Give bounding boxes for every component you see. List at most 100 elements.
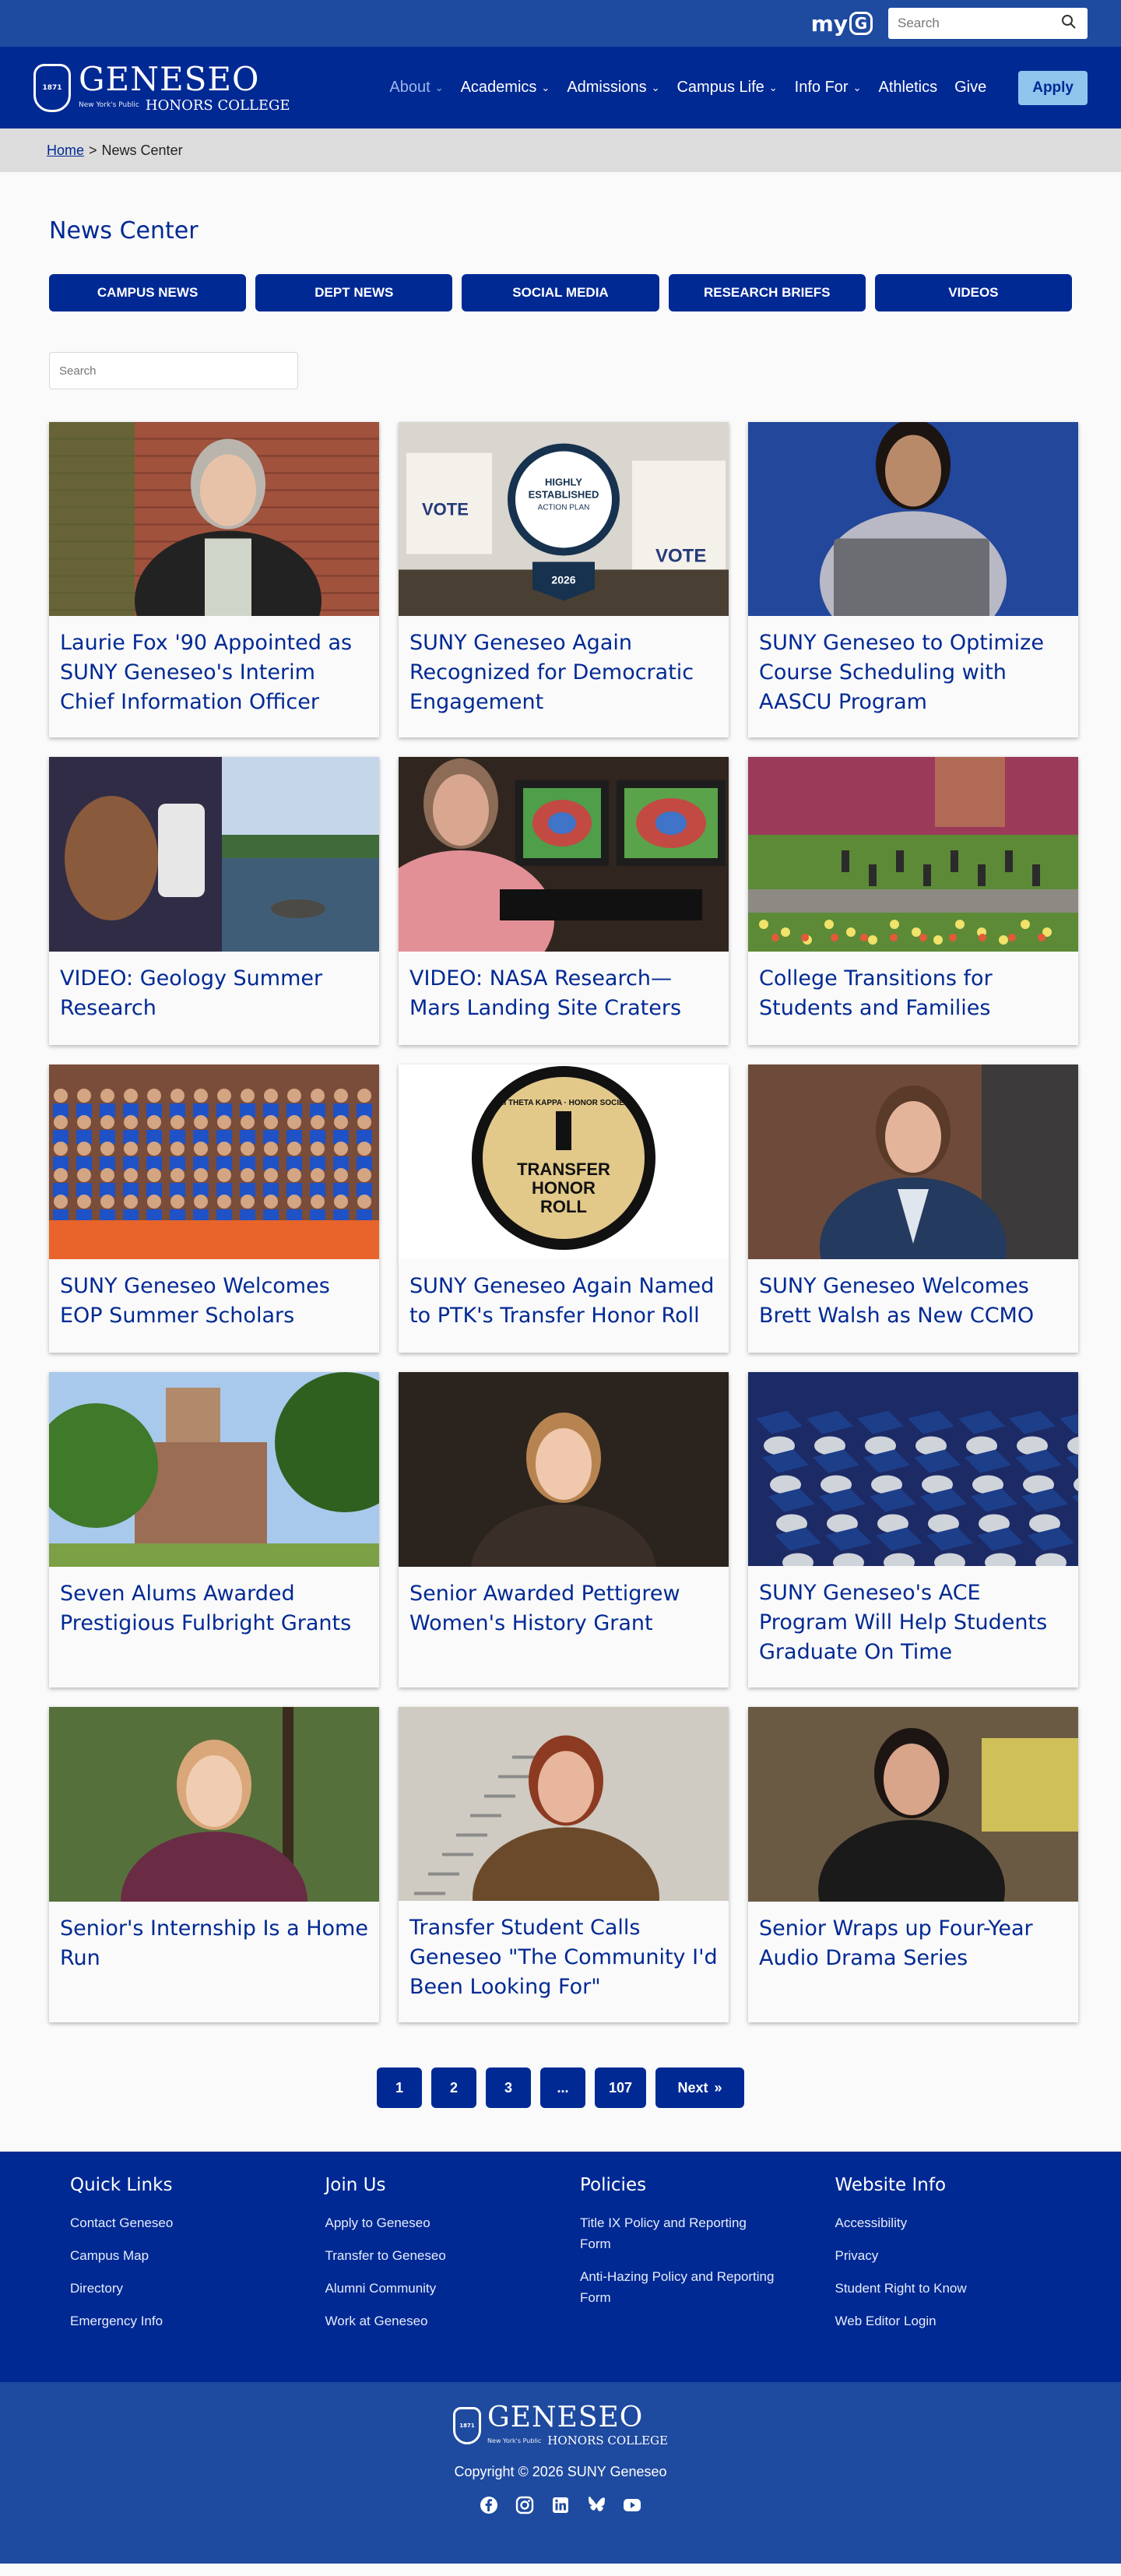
footer-link-alumni-community[interactable]: Alumni Community — [325, 2278, 520, 2299]
news-card[interactable]: Transfer Student Calls Geneseo "The Comm… — [399, 1707, 729, 2022]
news-card-image[interactable] — [399, 757, 729, 952]
apply-button[interactable]: Apply — [1018, 70, 1088, 105]
footer-link-privacy[interactable]: Privacy — [835, 2245, 1030, 2266]
news-card[interactable]: PHI THETA KAPPA · HONOR SOCIETY TRANSFER… — [399, 1065, 729, 1353]
news-card-image[interactable] — [748, 1372, 1078, 1566]
bluesky-icon[interactable] — [587, 2496, 606, 2514]
page-2-button[interactable]: 2 — [430, 2067, 476, 2108]
footer-link-accessibility[interactable]: Accessibility — [835, 2212, 1030, 2233]
nav-item-campus-life[interactable]: Campus Life ⌄ — [668, 79, 785, 97]
tab-social-media[interactable]: SOCIAL MEDIA — [462, 274, 659, 311]
next-page-label: Next — [677, 2079, 708, 2096]
footer-link-emergency-info[interactable]: Emergency Info — [70, 2310, 265, 2331]
footer-link-student-right-to-know[interactable]: Student Right to Know — [835, 2278, 1030, 2299]
news-card-image[interactable] — [399, 1372, 729, 1567]
nav-item-info-for[interactable]: Info For ⌄ — [786, 79, 870, 97]
chevron-down-icon: ⌄ — [434, 81, 444, 93]
search-icon[interactable] — [1061, 14, 1077, 33]
breadcrumb-home-link[interactable]: Home — [47, 143, 84, 159]
news-card-title[interactable]: VIDEO: Geology Summer Research — [49, 952, 379, 1043]
youtube-icon[interactable] — [623, 2496, 641, 2514]
news-card[interactable]: VIDEO: NASA Research—Mars Landing Site C… — [399, 757, 729, 1045]
footer-link-apply-to-geneseo[interactable]: Apply to Geneseo — [325, 2212, 520, 2233]
laptop-student-image — [748, 422, 1078, 616]
news-card-title[interactable]: Transfer Student Calls Geneseo "The Comm… — [399, 1901, 729, 2022]
footer-link-contact-geneseo[interactable]: Contact Geneseo — [70, 2212, 265, 2233]
news-card[interactable]: SUNY Geneseo Welcomes Brett Walsh as New… — [748, 1065, 1078, 1353]
nav-item-academics[interactable]: Academics ⌄ — [452, 79, 559, 97]
news-card-title[interactable]: Laurie Fox '90 Appointed as SUNY Geneseo… — [49, 616, 379, 737]
news-card-title[interactable]: SUNY Geneseo's ACE Program Will Help Stu… — [748, 1566, 1078, 1687]
news-card-image[interactable] — [748, 757, 1078, 952]
tab-research-briefs[interactable]: RESEARCH BRIEFS — [668, 274, 866, 311]
news-card[interactable]: College Transitions for Students and Fam… — [748, 757, 1078, 1045]
footer-seal-icon: 1871 — [453, 2406, 482, 2444]
footer-link-title-ix-policy-and-reporting-form[interactable]: Title IX Policy and Reporting Form — [580, 2212, 775, 2254]
news-card[interactable]: Senior Awarded Pettigrew Women's History… — [399, 1372, 729, 1687]
footer-link-work-at-geneseo[interactable]: Work at Geneseo — [325, 2310, 520, 2331]
news-card[interactable]: SUNY Geneseo to Optimize Course Scheduli… — [748, 422, 1078, 737]
news-card-title[interactable]: SUNY Geneseo Welcomes EOP Summer Scholar… — [49, 1259, 379, 1351]
breadcrumb-separator: > — [89, 142, 97, 158]
news-card-image[interactable]: VOTE VOTE HIGHLY ESTABLISHED ACTION PLAN… — [399, 422, 729, 616]
news-card-image[interactable] — [49, 1707, 379, 1902]
news-card-title[interactable]: SUNY Geneseo Again Named to PTK's Transf… — [399, 1259, 729, 1351]
chevron-down-icon: ⌄ — [768, 81, 778, 93]
news-card-image[interactable] — [49, 422, 379, 616]
footer-logo[interactable]: 1871 GENESEO New York's Public HONORS CO… — [453, 2404, 668, 2447]
news-card-image[interactable] — [748, 1065, 1078, 1259]
geneseo-logo[interactable]: 1871 GENESEO New York's Public HONORS CO… — [33, 62, 290, 113]
footer-link-campus-map[interactable]: Campus Map — [70, 2245, 265, 2266]
news-card-title[interactable]: College Transitions for Students and Fam… — [748, 952, 1078, 1043]
nav-item-admissions[interactable]: Admissions ⌄ — [558, 79, 668, 97]
next-page-button[interactable]: Next » — [655, 2067, 745, 2108]
facebook-icon[interactable] — [480, 2496, 498, 2514]
site-search-input[interactable] — [898, 16, 1045, 31]
footer-link-web-editor-login[interactable]: Web Editor Login — [835, 2310, 1030, 2331]
page-3-button[interactable]: 3 — [485, 2067, 531, 2108]
news-card-image[interactable] — [49, 1372, 379, 1567]
tab-campus-news[interactable]: CAMPUS NEWS — [49, 274, 247, 311]
tab-videos[interactable]: VIDEOS — [874, 274, 1073, 311]
news-grid: Laurie Fox '90 Appointed as SUNY Geneseo… — [49, 422, 1078, 2022]
footer-column-join-us: Join Us Apply to Geneseo Transfer to Genes… — [325, 2175, 542, 2382]
news-card-title[interactable]: SUNY Geneseo Again Recognized for Democr… — [399, 616, 729, 737]
news-card-image[interactable]: PHI THETA KAPPA · HONOR SOCIETY TRANSFER… — [399, 1065, 729, 1259]
nav-item-about[interactable]: About ⌄ — [381, 79, 452, 97]
news-card[interactable]: VOTE VOTE HIGHLY ESTABLISHED ACTION PLAN… — [399, 422, 729, 737]
news-card[interactable]: SUNY Geneseo's ACE Program Will Help Stu… — [748, 1372, 1078, 1687]
news-card-title[interactable]: SUNY Geneseo to Optimize Course Scheduli… — [748, 616, 1078, 737]
news-card-title[interactable]: VIDEO: NASA Research—Mars Landing Site C… — [399, 952, 729, 1043]
news-card-image[interactable] — [399, 1707, 729, 1901]
news-search-input[interactable] — [59, 364, 288, 378]
news-card-title[interactable]: Seven Alums Awarded Prestigious Fulbrigh… — [49, 1567, 379, 1659]
news-card-title[interactable]: SUNY Geneseo Welcomes Brett Walsh as New… — [748, 1259, 1078, 1351]
page-107-button[interactable]: 107 — [594, 2067, 647, 2108]
news-card-image[interactable] — [49, 1065, 379, 1259]
news-card-title[interactable]: Senior Awarded Pettigrew Women's History… — [399, 1567, 729, 1659]
footer-link-transfer-to-geneseo[interactable]: Transfer to Geneseo — [325, 2245, 520, 2266]
news-card-title[interactable]: Senior Wraps up Four-Year Audio Drama Se… — [748, 1902, 1078, 1994]
news-card[interactable]: Senior Wraps up Four-Year Audio Drama Se… — [748, 1707, 1078, 2022]
nav-item-give[interactable]: Give — [946, 79, 995, 97]
mygeneseo-link[interactable]: my G — [811, 11, 873, 37]
footer-column-quick-links: Quick Links Contact Geneseo Campus Map Dire… — [70, 2175, 286, 2382]
news-card[interactable]: VIDEO: Geology Summer Research — [49, 757, 379, 1045]
tab-dept-news[interactable]: DEPT NEWS — [255, 274, 453, 311]
pagination: 1 2 3... 107 Next » — [49, 2067, 1072, 2108]
news-card-image[interactable] — [748, 1707, 1078, 1902]
instagram-icon[interactable] — [515, 2496, 534, 2514]
footer-heading: Quick Links — [70, 2175, 173, 2195]
linkedin-icon[interactable] — [551, 2496, 570, 2514]
news-card[interactable]: SUNY Geneseo Welcomes EOP Summer Scholar… — [49, 1065, 379, 1353]
news-card[interactable]: Senior's Internship Is a Home Run — [49, 1707, 379, 2022]
page-1-button[interactable]: 1 — [376, 2067, 422, 2108]
footer-link-anti-hazing-policy-and-reporting-form[interactable]: Anti-Hazing Policy and Reporting Form — [580, 2266, 775, 2308]
footer-link-directory[interactable]: Directory — [70, 2278, 265, 2299]
nav-item-athletics[interactable]: Athletics — [870, 79, 947, 97]
news-card[interactable]: Laurie Fox '90 Appointed as SUNY Geneseo… — [49, 422, 379, 737]
news-card-title[interactable]: Senior's Internship Is a Home Run — [49, 1902, 379, 1994]
news-card-image[interactable] — [49, 757, 379, 952]
news-card[interactable]: Seven Alums Awarded Prestigious Fulbrigh… — [49, 1372, 379, 1687]
news-card-image[interactable] — [748, 422, 1078, 616]
